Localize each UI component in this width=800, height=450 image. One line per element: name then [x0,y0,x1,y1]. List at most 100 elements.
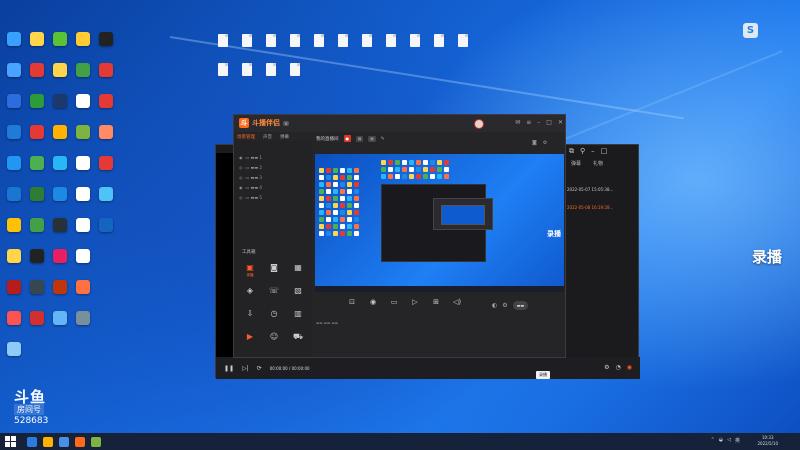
chevron-up-icon[interactable]: ⌃ [711,437,715,444]
next-icon[interactable]: ▷| [242,365,249,372]
ctl-button[interactable]: ◉ [365,298,381,306]
desktop-file-icon[interactable] [238,63,255,89]
desktop-icon[interactable] [2,154,25,184]
network-icon[interactable]: ◒ [719,437,723,444]
desktop-icon[interactable] [71,185,94,215]
desktop-file-icon[interactable] [286,63,303,89]
tool-button[interactable]: ⇩ [238,309,262,327]
desktop-icon[interactable] [2,340,25,370]
desktop-icon[interactable] [71,309,94,339]
desktop-icon[interactable] [2,61,25,91]
popout-icon[interactable]: ⧉ [569,147,574,156]
ime-icon[interactable]: 英 [735,437,740,444]
live-preview[interactable] [315,154,564,292]
desktop-icon[interactable] [25,154,48,184]
desktop-file-icon[interactable] [214,34,231,60]
settings-icon[interactable]: ⚙ [604,364,609,371]
desktop-icon[interactable] [25,61,48,91]
desktop-icon[interactable] [94,216,117,246]
desktop-icon[interactable] [71,247,94,277]
desktop-icon[interactable] [48,247,71,277]
scene-item[interactable]: ◎ ▭ ▬▬ 2 [239,165,262,170]
desktop-file-icon[interactable] [358,34,375,60]
eye-icon[interactable]: ◉ [239,155,243,160]
desktop-icon[interactable] [25,309,48,339]
desktop-icon[interactable] [71,216,94,246]
taskbar-app-icon[interactable] [27,436,37,447]
avatar[interactable] [474,119,484,129]
recorder-window[interactable]: 斗 斗播伴侣 v ✉ ≡ – □ ✕ ◉ ▭ ▬▬ 1 ◎ ▭ ▬▬ 2 ◎ ▭ ▬▬… [233,114,566,358]
menu-icon[interactable]: ≡ [526,119,531,126]
mic-icon[interactable]: ◐ [492,302,497,309]
scene-item[interactable]: ◎ ▭ ▬▬ 5 [239,195,262,200]
desktop-icon[interactable] [48,309,71,339]
desktop-file-icon[interactable] [262,34,279,60]
ctl-button[interactable]: ▭ [386,298,402,306]
taskbar-app-icon[interactable] [59,436,69,447]
desktop-file-icon[interactable] [214,63,231,89]
ctl-button[interactable]: ◁) [449,298,465,306]
desktop-file-icon[interactable] [334,34,351,60]
desktop-icon[interactable] [48,185,71,215]
desktop-icon[interactable] [48,154,71,184]
desktop-icon[interactable] [48,30,71,60]
loop-icon[interactable]: ⟳ [257,365,262,372]
taskbar-app-icon[interactable] [75,436,85,447]
tool-record[interactable]: ▣ 录播 [238,263,262,281]
desktop-icon[interactable] [71,92,94,122]
tab-danmaku[interactable]: 弹幕 [280,134,289,140]
tab-danmaku[interactable]: 弹幕 [571,160,581,167]
desktop-file-icon[interactable] [262,63,279,89]
desktop-icon[interactable] [25,278,48,308]
desktop-icon[interactable] [2,278,25,308]
eye-icon[interactable]: ◎ [239,175,243,180]
desktop-file-icon[interactable] [310,34,327,60]
camera-icon[interactable]: ◙ [532,140,537,146]
volume-icon[interactable]: ◁ [727,437,731,444]
desktop-file-icon[interactable] [454,34,471,60]
tool-button[interactable]: ⛟ [286,332,310,350]
desktop-icon[interactable] [71,30,94,60]
desktop-file-icon[interactable] [406,34,423,60]
scene-button[interactable]: ▤ [368,135,376,142]
eye-icon[interactable]: ◎ [239,195,243,200]
minimize-icon[interactable]: – [537,119,540,126]
desktop-icon[interactable] [94,61,117,91]
minimize-icon[interactable]: – [591,147,595,155]
desktop-icon[interactable] [25,123,48,153]
close-icon[interactable]: ✕ [558,119,563,126]
desktop-file-icon[interactable] [286,34,303,60]
tool-button[interactable]: ◙ [262,263,286,281]
tool-button[interactable]: ☏ [262,286,286,304]
tab-scene-manage[interactable]: 场景管理 [237,134,255,140]
desktop-icon[interactable] [48,216,71,246]
desktop-file-icon[interactable] [382,34,399,60]
desktop-icon[interactable] [2,216,25,246]
desktop-icon[interactable] [2,30,25,60]
scene-button[interactable]: ▤ [356,135,364,142]
ctl-button[interactable]: ⊞ [428,298,444,306]
eye-icon[interactable]: ◎ [239,165,243,170]
eye-icon[interactable]: ◉ [239,185,243,190]
desktop-icon[interactable] [25,30,48,60]
tool-button[interactable]: ▧ [286,286,310,304]
desktop-icon[interactable] [94,154,117,184]
edit-icon[interactable]: ✎ [381,136,385,142]
desktop-icon[interactable] [2,123,25,153]
desktop-file-icon[interactable] [430,34,447,60]
start-stream-button[interactable]: ▬▬ [512,301,529,310]
ctl-button[interactable]: ▷ [407,298,423,306]
tab-audio[interactable]: 声音 [263,134,272,140]
desktop-icon[interactable] [25,92,48,122]
tool-button[interactable]: ◷ [262,309,286,327]
scene-item[interactable]: ◉ ▭ ▬▬ 1 [239,155,262,160]
desktop-app-logo[interactable]: S [743,23,758,38]
volume-icon[interactable]: ◔ [616,364,621,371]
desktop-icon[interactable] [94,30,117,60]
tool-button[interactable]: ▥ [286,309,310,327]
desktop-icon[interactable] [94,123,117,153]
desktop-icon[interactable] [2,247,25,277]
desktop-icon[interactable] [48,92,71,122]
pause-icon[interactable]: ❚❚ [224,365,234,372]
desktop-icon[interactable] [2,185,25,215]
